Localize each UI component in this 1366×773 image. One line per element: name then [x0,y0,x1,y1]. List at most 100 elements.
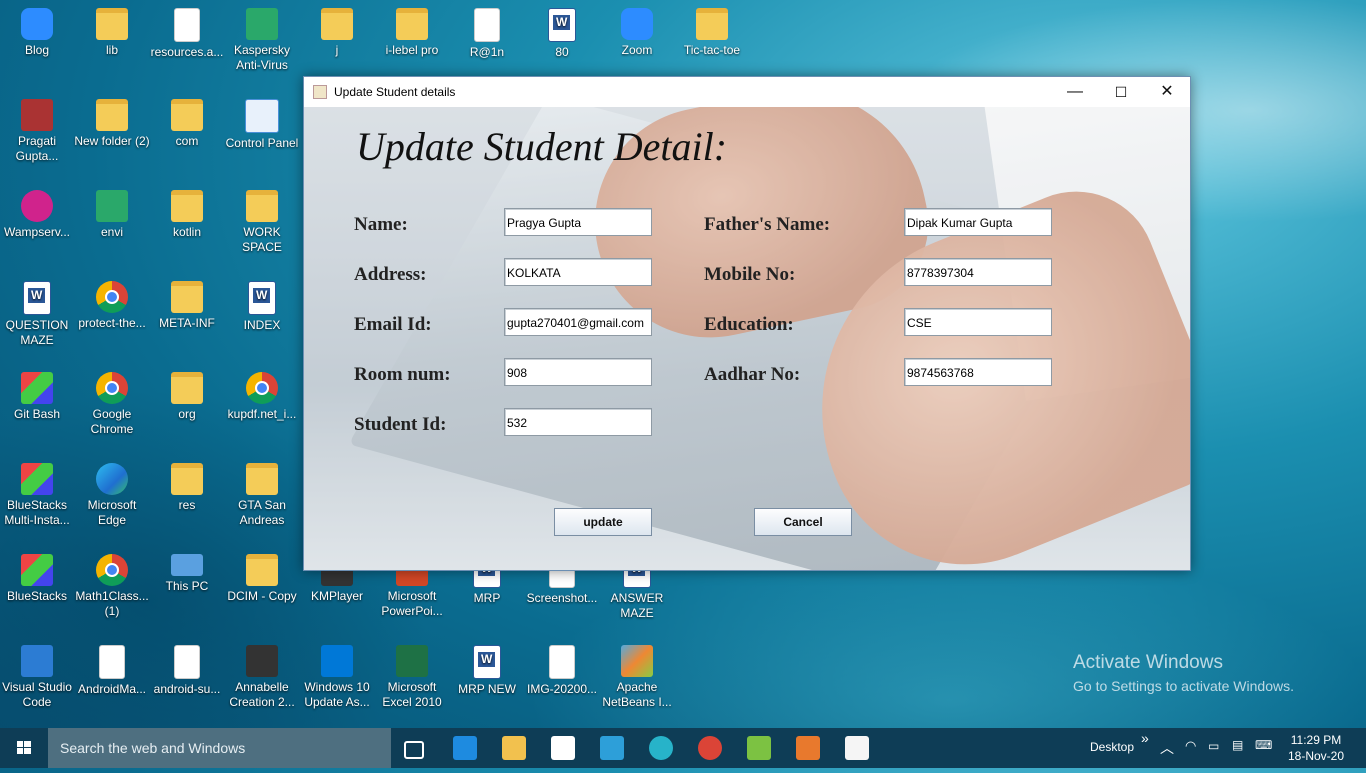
mobile-field[interactable] [904,258,1052,286]
word-icon [248,281,276,315]
desktop-icon-label: Microsoft PowerPoi... [381,589,443,618]
wampserver-icon [21,190,53,222]
desktop-icon[interactable]: Pragati Gupta... [0,99,75,164]
desktop-icon[interactable]: Tic-tac-toe [674,8,750,58]
email-label: Email Id: [354,314,432,335]
desktop-icon[interactable]: lib [74,8,150,58]
desktop-icon-label: resources.a... [150,45,224,59]
aadhar-field[interactable] [904,358,1052,386]
file-explorer-icon[interactable] [502,736,526,760]
desktop-icon[interactable]: BlueStacks Multi-Insta... [0,463,75,528]
desktop-icon[interactable]: Microsoft Edge [74,463,150,528]
keyboard-icon[interactable]: ⌨ [1255,738,1272,752]
desktop-icon[interactable]: AndroidMa... [74,645,150,697]
desktop-icon[interactable]: kotlin [149,190,225,240]
desktop-icon[interactable]: DCIM - Copy [224,554,300,604]
maximize-button[interactable]: ☐ [1098,77,1144,107]
email-field[interactable] [504,308,652,336]
taskbar-search-box[interactable]: Search the web and Windows [48,728,391,768]
bluestacks-icon [21,554,53,586]
battery-icon[interactable]: ▭ [1208,739,1219,753]
desktop-icon[interactable]: Zoom [599,8,675,58]
desktop-icon-label: ANSWER MAZE [610,591,664,620]
desktop-icon[interactable]: protect-the... [74,281,150,331]
desktop-icon[interactable]: New folder (2) [74,99,150,149]
background-veil [304,107,1190,570]
desktop-icon[interactable]: envi [74,190,150,240]
desktop-icon[interactable]: android-su... [149,645,225,697]
desktop-icon[interactable]: Apache NetBeans I... [599,645,675,710]
start-button[interactable] [0,728,48,768]
desktop-icon[interactable]: MRP NEW [449,645,525,697]
form-panel: Update Student Detail: Name: Father's Na… [304,107,1190,570]
desktop-icon[interactable]: Microsoft Excel 2010 [374,645,450,710]
desktop-icon[interactable]: This PC [149,554,225,594]
clock-date: 18-Nov-20 [1287,749,1345,763]
desktop-icon[interactable]: BlueStacks [0,554,75,604]
desktop-icon[interactable]: i-lebel pro [374,8,450,58]
desktop-icon-label: INDEX [243,318,281,332]
desktop-icon[interactable]: kupdf.net_i... [224,372,300,422]
desktop-icon[interactable]: INDEX [224,281,300,333]
title-bar[interactable]: Update Student details — ☐ ✕ [304,77,1190,107]
desktop-icon[interactable]: IMG-20200... [524,645,600,697]
desktop-icon[interactable]: QUESTION MAZE [0,281,75,348]
desktop-icon[interactable]: resources.a... [149,8,225,60]
room-field[interactable] [504,358,652,386]
desktop-icon[interactable]: META-INF [149,281,225,331]
bluestacks-icon[interactable] [747,736,771,760]
desktop-icon-label: kupdf.net_i... [227,407,297,421]
edge-legacy-icon [21,8,53,40]
desktop-icon-label: lib [105,43,118,57]
action-center-icon[interactable]: ▤ [1232,738,1243,752]
store-icon[interactable] [551,736,575,760]
desktop-icon[interactable]: Visual Studio Code [0,645,75,710]
desktop-icon-label: DCIM - Copy [227,589,297,603]
desktop-toolbar-label[interactable]: Desktop [1090,740,1134,754]
desktop-icon[interactable]: Blog [0,8,75,58]
desktop-icon[interactable]: Control Panel [224,99,300,151]
father-name-field[interactable] [904,208,1052,236]
desktop-icon[interactable]: WORK SPACE [224,190,300,255]
desktop-icon[interactable]: Annabelle Creation 2... [224,645,300,710]
close-button[interactable]: ✕ [1144,77,1190,107]
desktop-icon[interactable]: Kaspersky Anti-Virus [224,8,300,73]
desktop-icon[interactable]: Google Chrome [74,372,150,437]
desktop-icon[interactable]: Math1Class... (1) [74,554,150,619]
folder-icon [246,463,278,495]
toolbar-overflow-icon[interactable]: » [1141,730,1149,746]
desktop-icon[interactable]: Git Bash [0,372,75,422]
wifi-icon[interactable]: ◠ [1185,738,1196,754]
java-app-icon [313,85,327,99]
chrome-icon[interactable] [698,736,722,760]
desktop-icon-label: 80 [555,45,569,59]
settings-icon[interactable] [600,736,624,760]
netbeans-icon[interactable] [796,736,820,760]
desktop-icon-label: Kaspersky Anti-Virus [233,43,291,72]
cancel-button[interactable]: Cancel [754,508,852,536]
edge-legacy-icon[interactable] [453,736,477,760]
desktop-icon[interactable]: res [149,463,225,513]
desktop-icon[interactable]: com [149,99,225,149]
desktop-icon[interactable]: Windows 10 Update As... [299,645,375,710]
zoom-icon [621,8,653,40]
desktop-icon[interactable]: j [299,8,375,58]
window-title: Update Student details [334,85,456,99]
desktop-icon-label: org [178,407,196,421]
address-field[interactable] [504,258,652,286]
edge-icon[interactable] [649,736,673,760]
student-id-field[interactable] [504,408,652,436]
name-field[interactable] [504,208,652,236]
taskbar-clock[interactable]: 11:29 PM 18-Nov-20 [1280,732,1352,764]
education-field[interactable] [904,308,1052,336]
update-button[interactable]: update [554,508,652,536]
desktop-icon[interactable]: org [149,372,225,422]
java-icon[interactable] [845,736,869,760]
desktop-icon[interactable]: Wampserv... [0,190,75,240]
desktop-icon[interactable]: GTA San Andreas [224,463,300,528]
desktop-icon[interactable]: 80 [524,8,600,60]
desktop-icon[interactable]: R@1n [449,8,525,60]
task-view-icon[interactable] [404,741,424,759]
minimize-button[interactable]: — [1052,77,1098,107]
show-hidden-icons-icon[interactable]: ︿ [1160,738,1174,758]
